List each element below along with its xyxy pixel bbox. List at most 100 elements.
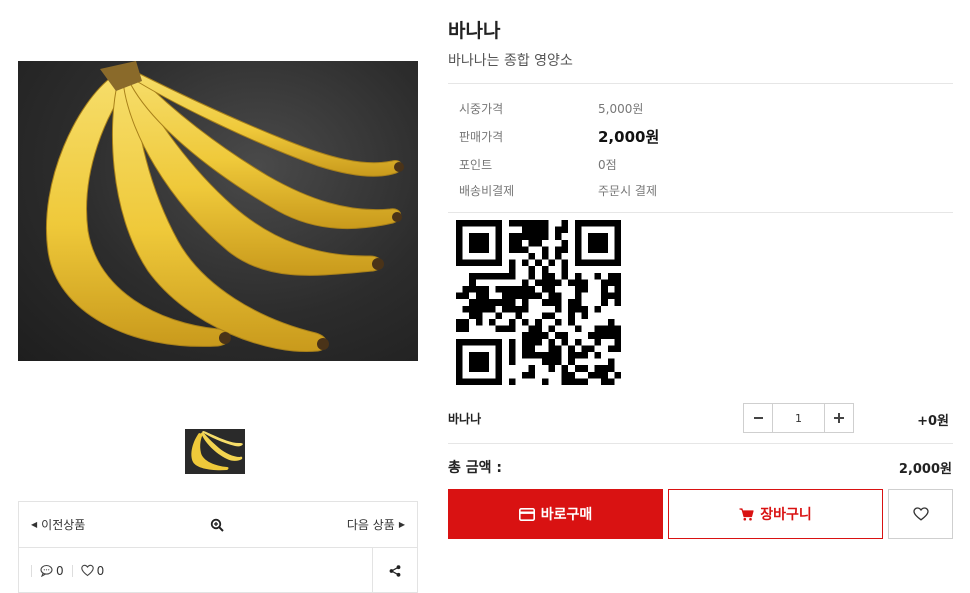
qr-module — [528, 345, 536, 352]
zoom-in-icon[interactable] — [210, 518, 224, 532]
qr-module — [528, 239, 536, 247]
qr-module — [548, 365, 555, 372]
qr-module — [568, 299, 575, 306]
product-thumbnail[interactable] — [185, 429, 245, 474]
qr-module — [489, 378, 496, 385]
heart-icon — [80, 564, 94, 577]
buy-now-button[interactable]: 바로구매 — [448, 489, 663, 539]
qr-module — [508, 246, 516, 253]
qr-module — [535, 239, 542, 247]
qr-module — [515, 239, 522, 247]
qr-module — [574, 253, 582, 260]
qr-module — [588, 239, 595, 247]
qr-module — [456, 292, 463, 300]
qr-module — [614, 246, 621, 253]
qr-module — [555, 305, 562, 313]
qr-module — [528, 371, 536, 379]
info-value: 5,000원 — [598, 102, 644, 116]
qr-module — [614, 371, 621, 379]
quantity-decrease-button[interactable] — [743, 403, 773, 433]
qr-module — [502, 305, 509, 313]
qr-module — [508, 358, 516, 366]
divider — [448, 443, 953, 444]
qr-module — [475, 272, 483, 280]
share-button[interactable] — [372, 548, 417, 593]
qr-module — [561, 371, 569, 379]
qr-module — [594, 371, 602, 379]
qr-module — [588, 371, 595, 379]
qr-module — [614, 338, 621, 346]
qr-module — [607, 279, 615, 286]
qr-module — [522, 319, 529, 326]
qr-module — [522, 352, 529, 359]
qr-module — [594, 365, 602, 372]
qr-module — [508, 352, 516, 359]
qr-module — [475, 378, 483, 385]
qr-module — [535, 220, 542, 227]
qr-module — [495, 239, 503, 247]
qr-module — [528, 220, 536, 227]
qr-module — [469, 299, 476, 306]
qr-module — [469, 286, 476, 293]
comment-count[interactable]: 0 — [32, 564, 72, 578]
buy-now-label: 바로구매 — [540, 507, 593, 523]
qr-module — [528, 272, 536, 280]
qr-module — [528, 286, 536, 293]
info-value: 주문시 결제 — [598, 184, 658, 198]
qr-module — [561, 272, 569, 280]
qr-module — [495, 325, 503, 333]
qr-module — [495, 286, 503, 293]
qr-module — [522, 299, 529, 306]
qr-module — [469, 338, 476, 346]
qr-module — [508, 259, 516, 267]
qr-module — [574, 325, 582, 333]
qr-module — [456, 259, 463, 267]
qr-module — [489, 338, 496, 346]
qr-module — [522, 332, 529, 339]
qr-module — [594, 246, 602, 253]
qr-module — [561, 266, 569, 273]
quantity-increase-button[interactable] — [824, 403, 854, 433]
qr-module — [495, 345, 503, 352]
qr-module — [482, 246, 489, 253]
qr-module — [568, 358, 575, 366]
qr-module — [581, 312, 588, 319]
qr-module — [607, 365, 615, 372]
qr-module — [594, 259, 602, 267]
qr-module — [522, 246, 529, 253]
qr-module — [601, 365, 608, 372]
qr-module — [541, 332, 549, 339]
qr-module — [508, 378, 516, 385]
next-product-link[interactable]: 다음 상품 ▶ — [347, 516, 405, 533]
qr-module — [495, 378, 503, 385]
qr-module — [528, 233, 536, 240]
qr-module — [548, 352, 555, 359]
social-row: 0 0 — [19, 548, 417, 593]
qr-module — [469, 365, 476, 372]
wishlist-button[interactable] — [888, 489, 953, 539]
prev-product-link[interactable]: ◀ 이전상품 — [31, 516, 85, 533]
quantity-input[interactable] — [773, 403, 824, 433]
qr-module — [469, 352, 476, 359]
qr-module — [594, 325, 602, 333]
qr-module — [581, 220, 588, 227]
qr-module — [594, 352, 602, 359]
qr-module — [568, 345, 575, 352]
qr-module — [522, 233, 529, 240]
qr-module — [555, 332, 562, 339]
qr-module — [456, 233, 463, 240]
quantity-stepper — [743, 403, 854, 433]
qr-module — [607, 332, 615, 339]
like-count[interactable]: 0 — [73, 564, 113, 578]
qr-module — [475, 358, 483, 366]
qr-module — [548, 292, 555, 300]
qr-module — [508, 305, 516, 313]
qr-module — [456, 253, 463, 260]
qr-module — [555, 319, 562, 326]
qr-module — [581, 259, 588, 267]
qr-module — [508, 220, 516, 227]
add-to-cart-button[interactable]: 장바구니 — [668, 489, 883, 539]
qr-module — [614, 332, 621, 339]
qr-module — [482, 305, 489, 313]
qr-code — [456, 220, 621, 385]
